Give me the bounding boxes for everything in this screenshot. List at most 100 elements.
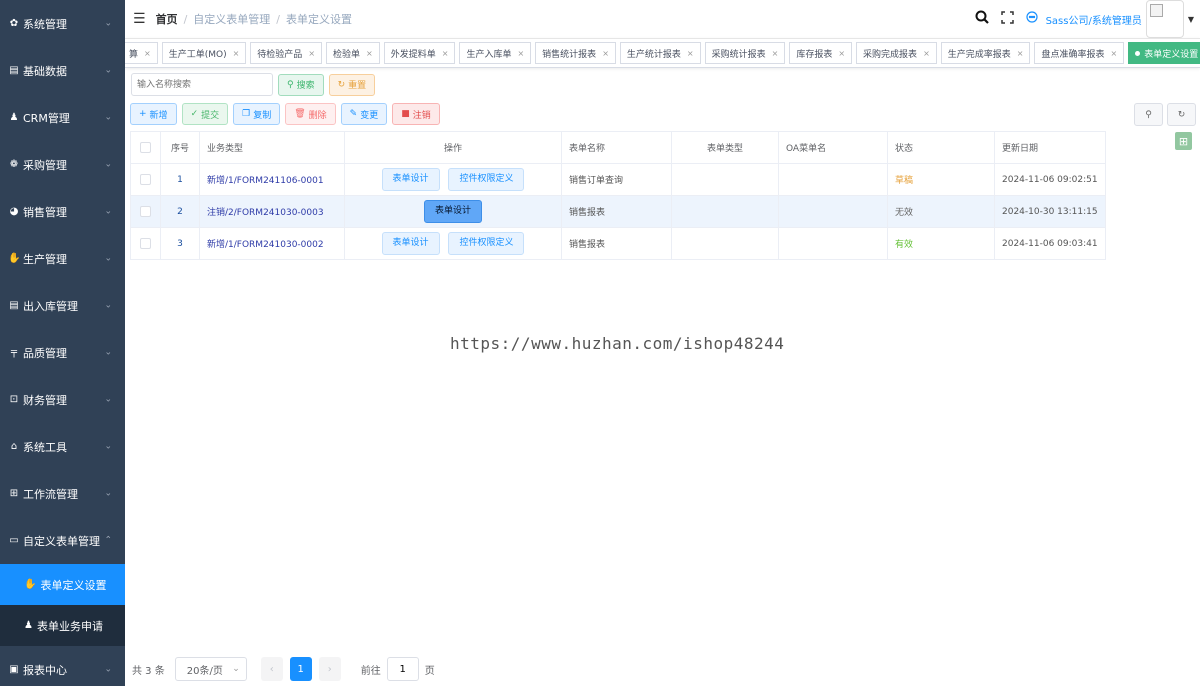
form-icon: ▭ [9, 535, 19, 546]
tag-item[interactable]: 采购完成报表 × [856, 42, 937, 64]
sidebar-item-production[interactable]: ✋ 生产管理 ⌄ [0, 235, 125, 282]
tag-item[interactable]: 外发提料单 × [383, 42, 456, 64]
main-area: ☰ 首页 / 自定义表单管理 / 表单定义设置 Sass公司/系统管理员 ▼ 算 × 生产… [125, 0, 1200, 686]
sidebar-item-label: 生产管理 [23, 252, 67, 266]
row-form-name: 销售报表 [561, 195, 672, 228]
sidebar-subitem-label: 表单定义设置 [40, 578, 107, 592]
tag-item[interactable]: 销售统计报表 × [535, 42, 616, 64]
hand-icon: ✋ [8, 253, 21, 264]
fullscreen-icon[interactable] [1000, 10, 1014, 28]
sidebar-item-warehouse[interactable]: ▤ 出入库管理 ⌄ [0, 282, 125, 329]
delete-button[interactable]: 🗑 删除 [285, 103, 336, 125]
caret-down-icon[interactable]: ▼ [1188, 15, 1194, 24]
row-checkbox[interactable] [130, 227, 161, 260]
tag-item[interactable]: 采购统计报表 × [704, 42, 786, 64]
form-design-button[interactable]: 表单设计 [381, 232, 440, 255]
row-oa-menu [778, 163, 888, 196]
change-button[interactable]: ✎ 变更 [340, 103, 388, 125]
grid-icon[interactable]: ⊞ [1175, 132, 1192, 150]
sidebar-item-workflow[interactable]: ⊞ 工作流管理 ⌄ [0, 470, 125, 517]
sidebar-item-purchase[interactable]: ❁ 采购管理 ⌄ [0, 141, 125, 188]
reset-button[interactable]: ↻ 重置 [328, 73, 376, 96]
breadcrumb-home[interactable]: 首页 [156, 13, 178, 26]
search-input[interactable] [131, 73, 273, 96]
user-name[interactable]: Sass公司/系统管理员 [1046, 12, 1142, 27]
tag-item[interactable]: 生产统计报表 × [619, 42, 701, 64]
tag-item-active[interactable]: 表单定义设置× [1128, 42, 1200, 64]
chevron-down-icon: ⌄ [104, 112, 112, 122]
row-checkbox[interactable] [130, 195, 161, 228]
form-design-button[interactable]: 表单设计 [423, 200, 482, 223]
message-icon[interactable] [1025, 11, 1038, 27]
tag-item[interactable]: 库存报表 × [789, 42, 853, 64]
page-unit-label: 页 [424, 665, 435, 677]
sidebar-item-system[interactable]: ✿ 系统管理 ⌄ [0, 0, 125, 47]
sidebar-item-basic-data[interactable]: ▤ 基础数据 ⌄ [0, 47, 125, 94]
close-icon[interactable]: × [144, 49, 151, 58]
row-form-type [671, 163, 779, 196]
prev-page-button[interactable]: ‹ [260, 657, 283, 681]
tag-item[interactable]: 生产完成率报表 × [940, 42, 1031, 64]
close-icon[interactable]: × [602, 49, 609, 58]
row-update-date: 2024-10-30 13:11:15 [994, 195, 1106, 228]
avatar[interactable] [1145, 0, 1184, 38]
sidebar-item-label: 系统工具 [23, 440, 67, 454]
col-update-date: 更新日期 [994, 131, 1106, 164]
copy-icon: ❐ [242, 109, 251, 119]
add-button[interactable]: + 新增 [130, 103, 177, 125]
page-number[interactable]: 1 [289, 657, 312, 681]
close-icon[interactable]: × [442, 49, 449, 58]
form-design-button[interactable]: 表单设计 [381, 168, 440, 191]
row-checkbox[interactable] [130, 163, 161, 196]
tag-item[interactable]: 生产工单(MO) × [161, 42, 247, 64]
close-icon[interactable]: × [517, 49, 524, 58]
close-icon[interactable]: × [366, 49, 373, 58]
sidebar-item-custom-form[interactable]: ▭ 自定义表单管理 ⌃ [0, 517, 125, 564]
chevron-up-icon: ⌃ [104, 535, 112, 545]
tag-item[interactable]: 算 × [125, 42, 158, 64]
refresh-button[interactable]: ↻ [1167, 103, 1196, 126]
copy-button[interactable]: ❐ 复制 [233, 103, 281, 125]
tag-item[interactable]: 检验单 × [326, 42, 380, 64]
sidebar-item-sales[interactable]: ◕ 销售管理 ⌄ [0, 188, 125, 235]
close-icon[interactable]: × [233, 49, 240, 58]
sidebar-subitem-form-apply[interactable]: ♟ 表单业务申请 [0, 605, 125, 646]
close-icon[interactable]: × [687, 49, 694, 58]
check-icon: ✓ [190, 109, 199, 119]
table-row[interactable]: 1 新增/1/FORM241106-0001 表单设计 控件权限定义 销售订单查… [130, 163, 1106, 196]
next-page-button[interactable]: › [318, 657, 341, 681]
table-row[interactable]: 2 注销/2/FORM241030-0003 表单设计 销售报表 无效 2024… [130, 195, 1106, 228]
row-biz-type: 注销/2/FORM241030-0003 [199, 195, 345, 228]
hamburger-icon[interactable]: ☰ [133, 11, 146, 27]
sidebar-item-crm[interactable]: ♟ CRM管理 ⌄ [0, 94, 125, 141]
page-size-select[interactable]: 20条/页 ⌄ [174, 657, 247, 681]
gear-icon: ✿ [9, 18, 19, 29]
select-all-checkbox[interactable] [130, 131, 161, 164]
permission-define-button[interactable]: 控件权限定义 [448, 232, 525, 255]
close-icon[interactable]: × [772, 49, 779, 58]
tag-item[interactable]: 待检验产品 × [250, 42, 323, 64]
tag-item[interactable]: 盘点准确率报表 × [1034, 42, 1125, 64]
col-biz-type: 业务类型 [199, 131, 345, 164]
close-icon[interactable]: × [838, 49, 845, 58]
table-row[interactable]: 3 新增/1/FORM241030-0002 表单设计 控件权限定义 销售报表 … [130, 227, 1106, 260]
close-icon[interactable]: × [923, 49, 930, 58]
sidebar-item-finance[interactable]: ⊡ 财务管理 ⌄ [0, 376, 125, 423]
close-icon[interactable]: × [1111, 49, 1118, 58]
search-button[interactable]: ⚲ 搜索 [278, 73, 324, 96]
status-badge: 无效 [887, 195, 995, 228]
sidebar-item-report-center[interactable]: ▣ 报表中心 ⌄ [0, 646, 125, 686]
cancel-button[interactable]: ■ 注销 [392, 103, 440, 125]
close-icon[interactable]: × [1017, 49, 1024, 58]
search-toggle-button[interactable]: ⚲ [1134, 103, 1163, 126]
sidebar-item-quality[interactable]: ╤ 品质管理 ⌄ [0, 329, 125, 376]
sidebar-subitem-form-definition[interactable]: ✋ 表单定义设置 [0, 564, 125, 605]
chevron-down-icon: ⌄ [104, 300, 112, 310]
sidebar-item-tools[interactable]: ⌂ 系统工具 ⌄ [0, 423, 125, 470]
submit-button[interactable]: ✓ 提交 [181, 103, 229, 125]
search-icon[interactable] [975, 10, 989, 28]
goto-page-input[interactable] [386, 657, 419, 681]
tag-item[interactable]: 生产入库单 × [459, 42, 532, 64]
close-icon[interactable]: × [308, 49, 315, 58]
permission-define-button[interactable]: 控件权限定义 [448, 168, 525, 191]
